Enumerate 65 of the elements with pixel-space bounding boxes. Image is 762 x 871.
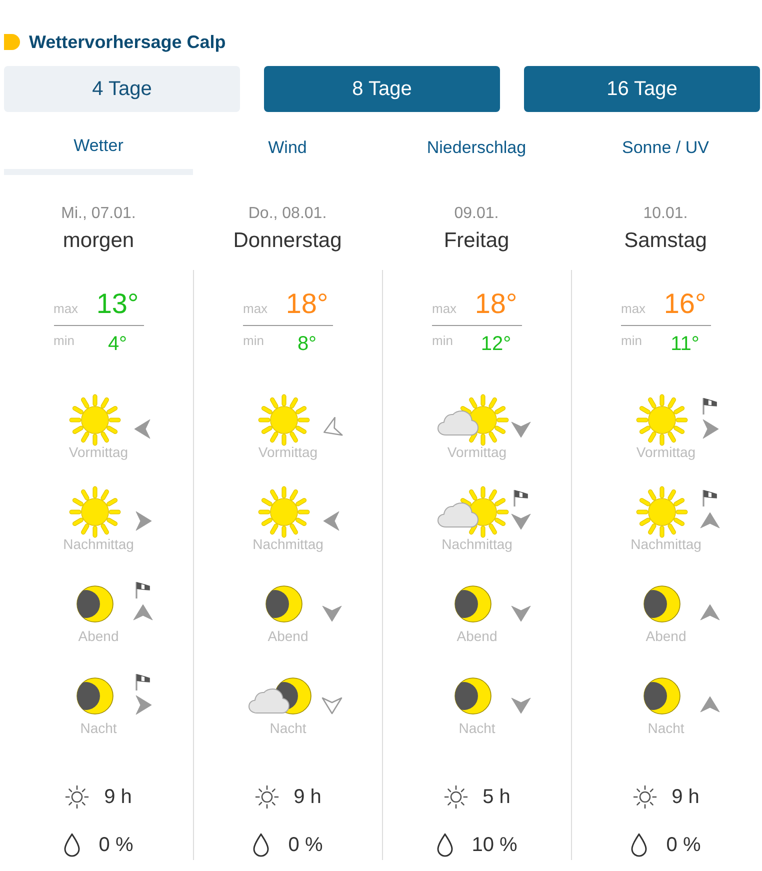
day-date: 09.01. — [454, 204, 499, 224]
precipitation-chance: 10 % — [472, 834, 518, 856]
view-tab[interactable]: Wind — [193, 112, 382, 175]
max-temperature: 16° — [662, 288, 708, 320]
period-label: Abend — [78, 630, 119, 643]
period-label: Nacht — [80, 722, 117, 735]
sunshine-icon — [254, 785, 279, 809]
period-label: Nachmittag — [252, 538, 324, 551]
max-temperature: 18° — [474, 288, 518, 320]
period-label: Nachmittag — [63, 538, 134, 551]
drop-icon — [436, 833, 453, 857]
sunshine-icon — [632, 785, 657, 809]
sunshine-hours: 9 h — [672, 786, 700, 808]
period-label: Vormittag — [258, 446, 318, 459]
period-label: Vormittag — [447, 446, 507, 459]
sunshine-hours: 5 h — [482, 786, 510, 808]
view-tab[interactable]: Niederschlag — [382, 112, 571, 175]
min-temperature: 11° — [670, 332, 700, 356]
period-label: Vormittag — [68, 446, 128, 459]
day-date: Mi., 07.01. — [61, 204, 136, 224]
range-button[interactable]: 16 Tage — [524, 66, 760, 112]
view-tab[interactable]: Wetter — [4, 112, 193, 175]
min-temperature: 12° — [480, 332, 512, 356]
min-temperature: 8° — [296, 332, 318, 356]
max-label: max — [54, 300, 80, 318]
drop-icon — [253, 833, 270, 857]
period-label: Nacht — [648, 722, 684, 735]
min-temperature: 4° — [106, 332, 128, 356]
max-temperature: 13° — [95, 288, 140, 320]
day-name: Samstag — [624, 228, 707, 254]
max-temperature: 18° — [284, 288, 330, 320]
period-label: Abend — [646, 630, 686, 643]
drop-icon — [64, 833, 80, 857]
drop-icon — [631, 833, 648, 857]
sunshine-hours: 9 h — [294, 786, 322, 808]
day-name: Freitag — [444, 228, 510, 254]
max-label: max — [621, 300, 647, 318]
precipitation-chance: 0 % — [98, 834, 134, 856]
precipitation-chance: 0 % — [288, 834, 323, 856]
precipitation-chance: 0 % — [666, 834, 701, 856]
day-name: morgen — [62, 228, 134, 254]
period-label: Abend — [268, 630, 308, 643]
period-label: Vormittag — [636, 446, 696, 459]
sunshine-icon — [65, 785, 90, 809]
page-title: Wettervorhersage Calp — [29, 32, 226, 52]
max-label: max — [243, 300, 269, 318]
period-label: Nachmittag — [442, 538, 512, 551]
min-label: min — [243, 332, 265, 350]
view-tab[interactable]: Sonne / UV — [571, 112, 760, 175]
period-label: Nacht — [458, 722, 496, 735]
day-date: 10.01. — [643, 204, 688, 224]
period-label: Abend — [456, 630, 498, 643]
day-date: Do., 08.01. — [248, 204, 327, 224]
min-label: min — [621, 332, 643, 350]
day-name: Donnerstag — [233, 228, 342, 254]
period-label: Nacht — [270, 722, 306, 735]
sunshine-icon — [444, 785, 468, 809]
min-label: min — [432, 332, 454, 350]
min-label: min — [54, 332, 76, 350]
range-button[interactable]: 8 Tage — [264, 66, 500, 112]
max-label: max — [432, 300, 458, 318]
range-button[interactable]: 4 Tage — [4, 66, 240, 112]
period-label: Nachmittag — [630, 538, 702, 551]
sunshine-hours: 9 h — [104, 786, 132, 808]
marker-icon — [4, 34, 20, 50]
